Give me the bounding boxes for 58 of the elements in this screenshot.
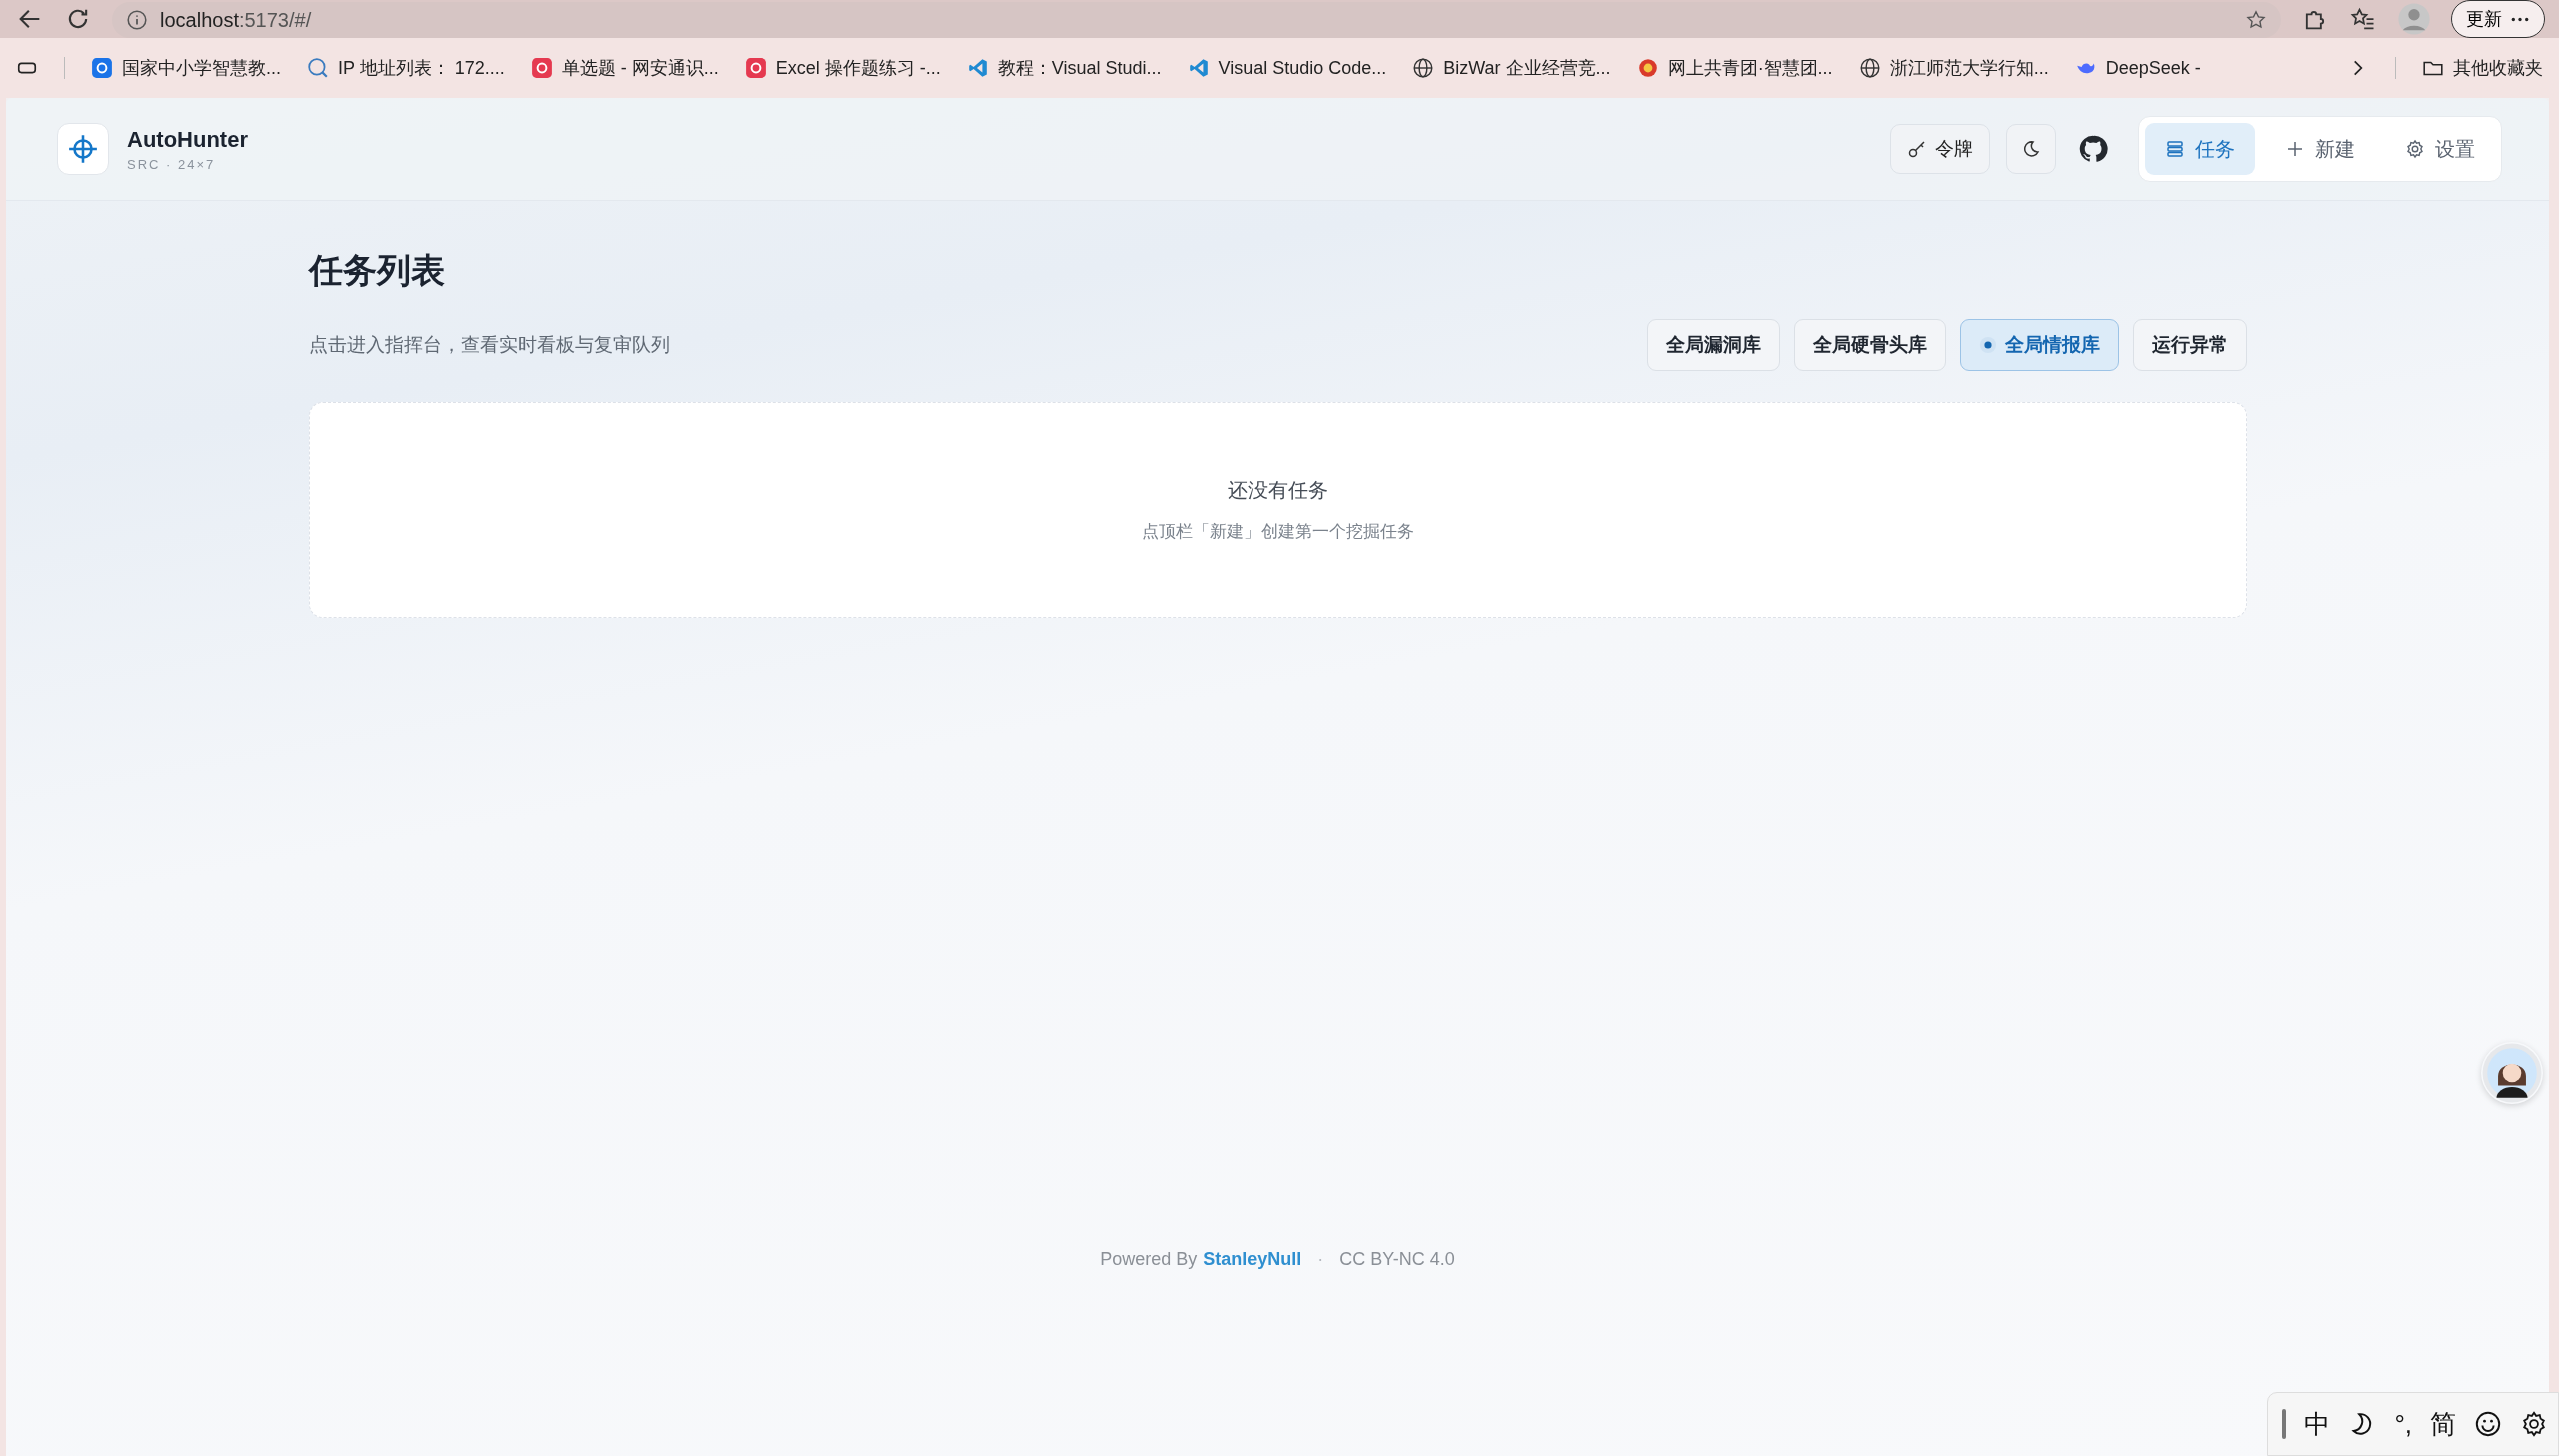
address-bar[interactable]: localhost:5173/#/ xyxy=(112,2,2281,38)
page-title: 任务列表 xyxy=(308,250,446,291)
bookmark[interactable]: Visual Studio Code... xyxy=(1187,57,1387,79)
app-icon xyxy=(91,57,113,79)
bookmark[interactable]: 教程：Visual Studi... xyxy=(966,56,1162,80)
crosshair-logo-icon xyxy=(57,123,109,175)
code-editor-icon xyxy=(966,57,989,79)
github-icon[interactable] xyxy=(2078,134,2108,164)
page-subtitle: 点击进入指挥台，查看实时看板与复审队列 xyxy=(308,333,670,357)
bookmark[interactable]: Excel 操作题练习 -... xyxy=(744,56,941,80)
plus-icon xyxy=(2285,139,2305,159)
nav-tab[interactable]: 设置 xyxy=(2385,123,2495,175)
update-button[interactable]: 更新 xyxy=(2451,0,2545,38)
app-icon xyxy=(744,57,767,79)
globe-icon xyxy=(1412,57,1435,79)
key-icon xyxy=(1907,139,1927,159)
ime-script[interactable]: 简 xyxy=(2430,1406,2456,1442)
bookmark[interactable]: BizWar 企业经营竞... xyxy=(1412,56,1611,80)
bookmark[interactable]: 网上共青团·智慧团... xyxy=(1636,56,1833,80)
assistant-avatar-icon[interactable] xyxy=(2481,1042,2543,1104)
settings-icon[interactable] xyxy=(2520,1410,2548,1438)
other-bookmarks[interactable]: 其他收藏夹 xyxy=(2422,56,2543,80)
bookmark[interactable]: 单选题 - 网安通识... xyxy=(530,56,719,80)
url-path: :5173/#/ xyxy=(238,8,312,31)
bookmark[interactable]: 国家中小学智慧教... xyxy=(91,56,281,80)
status-dot-icon xyxy=(1978,336,1997,354)
empty-title: 还没有任务 xyxy=(1227,478,1328,503)
brand-tagline: SRC · 24×7 xyxy=(127,156,217,172)
theme-toggle-button[interactable] xyxy=(2006,124,2056,174)
app-icon xyxy=(530,57,553,79)
smiley-icon[interactable] xyxy=(2474,1410,2502,1438)
filter-button[interactable]: 全局漏洞库 xyxy=(1646,319,1780,371)
emblem-icon xyxy=(1636,57,1659,79)
url-host: localhost xyxy=(160,8,239,31)
bookmark[interactable]: 浙江师范大学行知... xyxy=(1858,56,2049,80)
code-editor-icon xyxy=(1187,57,1210,79)
empty-hint: 点顶栏「新建」创建第一个挖掘任务 xyxy=(1141,521,1414,543)
token-button[interactable]: 令牌 xyxy=(1890,124,1990,174)
bookmark[interactable]: IP 地址列表： 172.... xyxy=(307,56,505,80)
bookmark[interactable]: DeepSeek - xyxy=(2074,57,2201,79)
filter-button[interactable]: 全局情报库 xyxy=(1959,319,2119,371)
powered-by-text: Powered By xyxy=(1100,1249,1198,1270)
filter-button[interactable]: 全局硬骨头库 xyxy=(1793,319,1946,371)
info-icon xyxy=(126,9,148,31)
nav-tab[interactable]: 新建 xyxy=(2265,123,2375,175)
moon-icon xyxy=(2021,139,2041,159)
separator-dot: · xyxy=(1317,1249,1324,1270)
ime-punctuation[interactable]: °, xyxy=(2394,1408,2412,1440)
list-icon xyxy=(2165,139,2185,159)
more-icon xyxy=(2510,15,2530,23)
ime-mode[interactable]: 中 xyxy=(2304,1406,2331,1442)
brand-name: AutoHunter xyxy=(127,126,248,153)
license-text: CC BY-NC 4.0 xyxy=(1339,1249,1455,1270)
settings-icon xyxy=(2405,139,2425,159)
nav-tab[interactable]: 任务 xyxy=(2145,123,2255,175)
filter-button[interactable]: 运行异常 xyxy=(2132,319,2247,371)
globe-icon xyxy=(1858,57,1881,79)
star-icon[interactable] xyxy=(2245,9,2267,31)
